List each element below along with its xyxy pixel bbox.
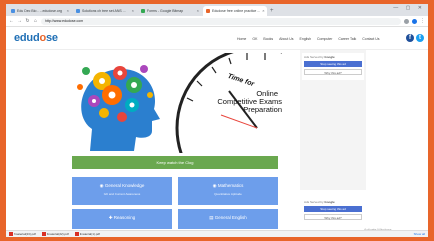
nav-link-gk[interactable]: GK <box>252 37 257 41</box>
home-icon[interactable]: ⌂ <box>33 18 38 24</box>
browser-tab[interactable]: Edu Dec Bio - ...edudose.org × <box>8 6 72 16</box>
why-this-ad-button[interactable]: Why this ad? <box>304 214 362 220</box>
twitter-icon[interactable]: t <box>416 34 424 42</box>
card-general-knowledge[interactable]: ◉ General Knowledge GK and Current Aware… <box>72 177 172 205</box>
favicon-icon <box>11 9 15 13</box>
profile-avatar[interactable] <box>412 18 417 24</box>
close-tab-icon[interactable]: × <box>67 6 69 16</box>
tab-title: Edudose free online practice ... <box>212 9 261 13</box>
tab-bar: Edu Dec Bio - ...edudose.org × Solutions… <box>6 4 428 16</box>
ad-block: Ads Served by Google Stop seeing this ad… <box>302 198 364 225</box>
top-navigation: Home GK Books About Us English Computer … <box>237 37 380 41</box>
puzzle-icon: ✚ <box>108 215 113 220</box>
url-input[interactable]: http://www.edudose.com <box>41 17 401 25</box>
close-tab-icon[interactable]: × <box>262 6 264 16</box>
nav-link-english[interactable]: English <box>300 37 311 41</box>
facebook-icon[interactable]: f <box>406 34 414 42</box>
pdf-icon <box>9 232 13 236</box>
card-mathematics[interactable]: ◉ Mathematics Quantitative Aptitude <box>178 177 278 205</box>
favicon-icon <box>141 9 145 13</box>
extension-icon[interactable] <box>404 18 409 24</box>
window-controls[interactable]: — ▢ ✕ <box>393 5 425 11</box>
favicon-icon <box>76 9 80 13</box>
brain-gears-illustration <box>77 65 160 151</box>
browser-tab[interactable]: Forms - Google Bitmap × <box>138 6 202 16</box>
downloads-bar: fmaterial(23).pdf fmaterial(22).pdf fmat… <box>6 230 428 237</box>
stop-seeing-ad-button[interactable]: Stop seeing this ad <box>304 61 362 67</box>
keep-watch-button[interactable]: Keep watch the Clog <box>72 156 278 169</box>
card-title: General English <box>214 215 247 220</box>
nav-link-about[interactable]: About Us <box>279 37 293 41</box>
back-arrow-icon[interactable]: ← <box>9 18 14 24</box>
nav-link-books[interactable]: Books <box>263 37 273 41</box>
close-tab-icon[interactable]: × <box>197 6 199 16</box>
show-all-downloads-link[interactable]: Show all <box>414 232 425 236</box>
forward-arrow-icon[interactable]: → <box>17 18 22 24</box>
card-title: Reasoning <box>113 215 136 220</box>
tab-title: Edu Dec Bio - ...edudose.org <box>17 9 62 13</box>
hero-banner: Time for Online Competitive Exams Prepar… <box>72 51 282 155</box>
browser-tab-active[interactable]: Edudose free online practice ... × <box>203 6 267 16</box>
favicon-icon <box>206 9 210 13</box>
close-tab-icon[interactable]: × <box>132 6 134 16</box>
why-this-ad-button[interactable]: Why this ad? <box>304 69 362 75</box>
download-item[interactable]: fmaterial(22).pdf <box>41 232 69 236</box>
menu-icon[interactable]: ⋮ <box>420 18 425 24</box>
card-reasoning[interactable]: ✚ Reasoning <box>72 209 172 229</box>
book-icon: ▤ <box>209 215 214 220</box>
calculator-icon: ◉ <box>212 183 217 188</box>
pdf-icon <box>74 232 79 236</box>
hero-line-3: Preparation <box>243 105 282 114</box>
browser-window: Edu Dec Bio - ...edudose.org × Solutions… <box>6 4 428 237</box>
address-bar: ← → ↻ ⌂ http://www.edudose.com ⋮ <box>6 16 428 27</box>
site-header: edudose Home GK Books About Us English C… <box>6 28 428 50</box>
pdf-icon <box>41 232 46 236</box>
reload-icon[interactable]: ↻ <box>25 18 30 24</box>
ad-block: Ads Served by Google Stop seeing this ad… <box>302 53 364 80</box>
tab-title: Solutions ch tree set ANS ... <box>82 9 126 13</box>
card-general-english[interactable]: ▤ General English <box>178 209 278 229</box>
site-logo[interactable]: edudose <box>14 32 58 44</box>
globe-icon: ◉ <box>99 183 104 188</box>
ad-powered-by: Ads Served by Google <box>304 200 335 204</box>
nav-link-computer[interactable]: Computer <box>317 37 332 41</box>
stop-seeing-ad-button[interactable]: Stop seeing this ad <box>304 206 362 212</box>
download-item[interactable]: fmaterial(23).pdf <box>9 232 36 236</box>
browser-tab[interactable]: Solutions ch tree set ANS ... × <box>73 6 137 16</box>
nav-link-career[interactable]: Career Talk <box>338 37 356 41</box>
nav-link-contact[interactable]: Contact Us <box>362 37 379 41</box>
card-subtitle: Quantitative Aptitude <box>214 192 242 196</box>
card-title: Mathematics <box>217 183 244 188</box>
card-title: General Knowledge <box>104 183 145 188</box>
social-links: f t <box>406 34 424 42</box>
tab-title: Forms - Google Bitmap <box>147 9 184 13</box>
ad-powered-by: Ads Served by Google <box>304 55 335 59</box>
card-subtitle: GK and Current Awareness <box>103 192 141 196</box>
download-item[interactable]: fmaterial(1).pdf <box>74 232 100 236</box>
new-tab-button[interactable]: + <box>270 6 274 16</box>
nav-link-home[interactable]: Home <box>237 37 246 41</box>
